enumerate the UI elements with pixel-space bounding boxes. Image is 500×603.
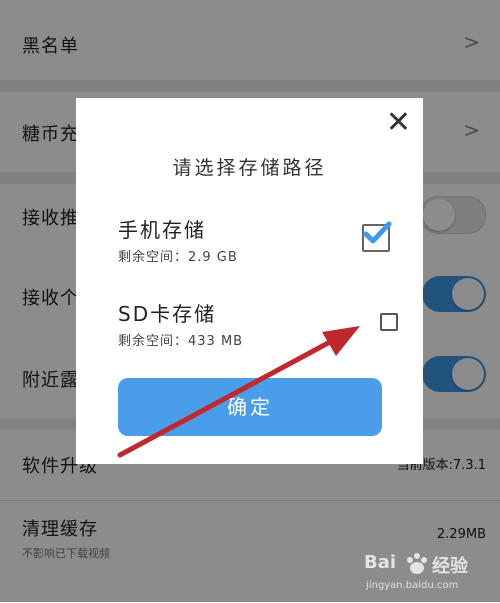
watermark-brand2: 经验 [432,556,468,577]
paw-icon [407,553,427,574]
baidu-jingyan-watermark: Bai 经验 jingyan.baidu.com [364,552,476,596]
annotation-arrow-icon [117,326,360,458]
watermark-url: jingyan.baidu.com [366,580,459,591]
watermark-brand: Bai [364,552,397,573]
